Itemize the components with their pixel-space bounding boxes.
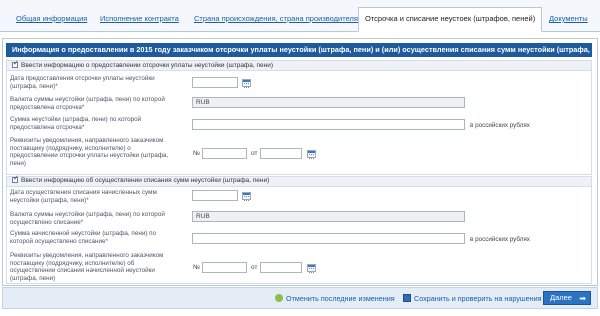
deferral-currency-label: Валюта суммы неустойки (штрафа, пени) по… bbox=[10, 96, 165, 111]
tab-documents[interactable]: Документы bbox=[543, 8, 594, 30]
calendar-icon[interactable] bbox=[307, 264, 316, 273]
writeoff-date-label: Дата осуществления списания начисленных … bbox=[10, 189, 157, 204]
deferral-amount-label: Сумма неустойки (штрафа, пени) по которо… bbox=[10, 116, 142, 131]
deferral-amount-unit: в российских рублях bbox=[470, 122, 530, 129]
calendar-icon[interactable] bbox=[242, 79, 251, 88]
writeoff-currency-label: Валюта суммы неустойки (штрафа, пени) по… bbox=[10, 211, 165, 226]
deferral-date-label: Дата предоставления отсрочки уплаты неус… bbox=[10, 75, 155, 90]
tab-contract-execution[interactable]: Исполнение контракта bbox=[94, 8, 185, 30]
save-and-check-button[interactable]: Сохранить и проверить на нарушения bbox=[403, 294, 541, 303]
writeoff-notice-number-input[interactable] bbox=[202, 262, 247, 273]
writeoff-checkbox[interactable]: ✓ bbox=[12, 175, 19, 183]
tab-deferral-writeoff[interactable]: Отсрочка и списание неустоек (штрафов, п… bbox=[358, 7, 543, 32]
deferral-notice-label: Реквизиты уведомления, направленного зак… bbox=[10, 137, 169, 167]
tab-country-of-origin[interactable]: Страна происхождения, страна производите… bbox=[188, 8, 364, 30]
undo-changes-button[interactable]: Отменить последние изменения bbox=[275, 294, 395, 303]
writeoff-notice-label: Реквизиты уведомления, направленного зак… bbox=[10, 252, 164, 282]
deferral-notice-date-prefix: от bbox=[251, 150, 258, 157]
writeoff-amount-input[interactable] bbox=[192, 233, 465, 244]
tabs-bar: Общая информация Исполнение контракта Ст… bbox=[0, 0, 600, 32]
undo-icon bbox=[275, 294, 283, 302]
calendar-icon[interactable] bbox=[307, 150, 316, 159]
undo-changes-label: Отменить последние изменения bbox=[286, 294, 395, 303]
writeoff-notice-number-prefix: № bbox=[193, 264, 200, 271]
deferral-notice-date-input[interactable] bbox=[260, 148, 302, 159]
next-button[interactable]: Далее ➡ bbox=[543, 291, 591, 305]
save-icon bbox=[403, 294, 411, 302]
section-banner: Информация о предоставлении в 2015 году … bbox=[6, 43, 592, 57]
deferral-notice-number-input[interactable] bbox=[202, 148, 247, 159]
deferral-date-input[interactable] bbox=[192, 77, 238, 88]
writeoff-notice-date-prefix: от bbox=[251, 264, 258, 271]
writeoff-currency-field: RUB bbox=[192, 211, 465, 222]
deferral-checkbox[interactable]: ✓ bbox=[12, 60, 19, 68]
checkmark-icon: ✓ bbox=[13, 60, 19, 67]
writeoff-checkbox-label: Ввести информацию об осуществлении списа… bbox=[21, 177, 270, 184]
checkmark-icon: ✓ bbox=[13, 175, 19, 182]
next-button-label: Далее bbox=[550, 293, 572, 302]
calendar-icon[interactable] bbox=[242, 192, 251, 201]
deferral-currency-field: RUB bbox=[192, 97, 465, 108]
deferral-amount-input[interactable] bbox=[192, 119, 465, 130]
arrow-right-icon: ➡ bbox=[579, 294, 586, 303]
deferral-checkbox-label: Ввести информацию о предоставлении отсро… bbox=[21, 62, 274, 69]
writeoff-notice-date-input[interactable] bbox=[260, 262, 302, 273]
writeoff-date-input[interactable] bbox=[192, 190, 238, 201]
writeoff-amount-unit: в российских рублях bbox=[470, 236, 530, 243]
writeoff-amount-label: Сумма начисленной неустойки (штрафа, пен… bbox=[10, 230, 157, 245]
save-and-check-label: Сохранить и проверить на нарушения bbox=[414, 294, 542, 303]
deferral-notice-number-prefix: № bbox=[193, 150, 200, 157]
tab-general-info[interactable]: Общая информация bbox=[10, 8, 93, 30]
